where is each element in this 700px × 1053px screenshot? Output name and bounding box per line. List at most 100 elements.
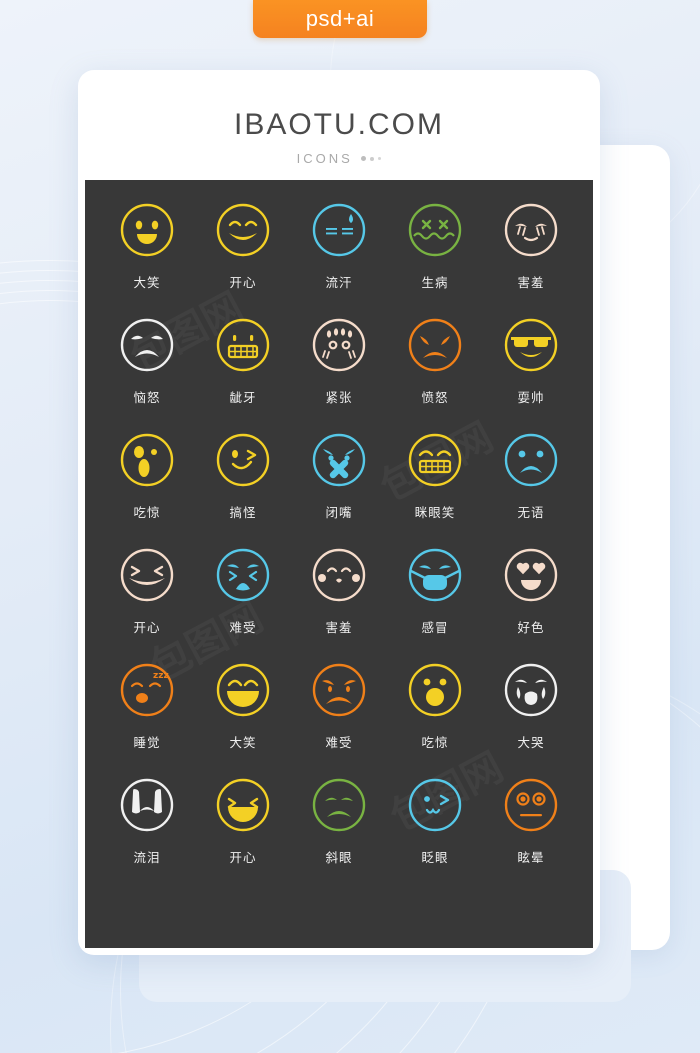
icon-cell-shuaishuai[interactable]: 耍帅 <box>483 309 579 424</box>
cool-sunglasses-icon[interactable] <box>501 315 561 375</box>
icon-panel: 包图网 包图网 包图网 包图网 大笑开心流汗生病害羞恼怒龇牙紧张愤怒耍帅吃惊搞怪… <box>85 180 593 948</box>
card-header: IBAOTU.COM ICONS <box>78 70 600 166</box>
icon-label: 难受 <box>325 735 353 750</box>
shock-round-icon[interactable] <box>405 660 465 720</box>
face-mask-icon[interactable] <box>405 545 465 605</box>
svg-text:zzz: zzz <box>153 671 169 681</box>
grit-teeth-icon[interactable] <box>213 315 273 375</box>
heart-eyes-icon[interactable] <box>501 545 561 605</box>
icon-cell-chijing2[interactable]: 吃惊 <box>387 654 483 769</box>
side-eye-icon[interactable] <box>309 775 369 835</box>
icon-label: 眯眼笑 <box>414 505 456 520</box>
icon-cell-nanshou[interactable]: 难受 <box>195 539 291 654</box>
nervous-sweat-icon[interactable] <box>309 315 369 375</box>
icon-label: 眨眼 <box>421 850 449 865</box>
subtitle-row: ICONS <box>78 151 600 166</box>
icon-cell-wuyu[interactable]: 无语 <box>483 424 579 539</box>
icon-label: 大哭 <box>517 735 545 750</box>
icon-label: 害羞 <box>325 620 353 635</box>
icon-cell-naonu[interactable]: 恼怒 <box>99 309 195 424</box>
speechless-icon[interactable] <box>501 430 561 490</box>
icon-label: 开心 <box>133 620 161 635</box>
icon-cell-xieyan[interactable]: 斜眼 <box>291 769 387 884</box>
icon-cell-miyanxiao[interactable]: 眯眼笑 <box>387 424 483 539</box>
dizzy-rings-icon[interactable] <box>501 775 561 835</box>
page-root: psd+ai IBAOTU.COM ICONS 包图网 包图网 包图网 包图网 … <box>0 0 700 1053</box>
icon-label: 斜眼 <box>325 850 353 865</box>
uncomfortable-icon[interactable] <box>213 545 273 605</box>
icon-cell-xuanyun[interactable]: 眩晕 <box>483 769 579 884</box>
icon-cell-bizui[interactable]: 闭嘴 <box>291 424 387 539</box>
icon-cell-daxiao[interactable]: 大笑 <box>99 194 195 309</box>
icon-cell-liulei[interactable]: 流泪 <box>99 769 195 884</box>
sweat-icon[interactable] <box>309 200 369 260</box>
grin-open-icon[interactable] <box>117 200 177 260</box>
icon-label: 难受 <box>229 620 257 635</box>
playful-wink-icon[interactable] <box>213 430 273 490</box>
icon-cell-daxiao2[interactable]: 大笑 <box>195 654 291 769</box>
icon-cell-ganmao[interactable]: 感冒 <box>387 539 483 654</box>
icon-label: 流汗 <box>325 275 353 290</box>
blink-wink-icon[interactable] <box>405 775 465 835</box>
icon-grid: 大笑 开心 流汗 生病 害羞 恼怒 龇牙 紧张 愤怒 耍帅 吃惊 搞怪 闭嘴 眯眼笑 无语 开心 难受 害羞 感冒好… <box>85 180 593 884</box>
icon-label: 搞怪 <box>229 505 257 520</box>
sleeping-zzz-icon[interactable]: zzz <box>117 660 177 720</box>
icon-label: 耍帅 <box>517 390 545 405</box>
icon-cell-nanshou2[interactable]: 难受 <box>291 654 387 769</box>
icon-label: 生病 <box>421 275 449 290</box>
icon-cell-shuijiao[interactable]: zzz 睡觉 <box>99 654 195 769</box>
icon-label: 开心 <box>229 275 257 290</box>
icon-cell-zhayan[interactable]: 眨眼 <box>387 769 483 884</box>
icon-cell-kaixin[interactable]: 开心 <box>195 194 291 309</box>
icon-label: 吃惊 <box>421 735 449 750</box>
icon-label: 无语 <box>517 505 545 520</box>
icon-label: 紧张 <box>325 390 353 405</box>
happy-squint-icon[interactable] <box>117 545 177 605</box>
icon-cell-haixiu[interactable]: 害羞 <box>483 194 579 309</box>
icon-label: 害羞 <box>517 275 545 290</box>
icon-cell-chijing[interactable]: 吃惊 <box>99 424 195 539</box>
icon-cell-kaixin2[interactable]: 开心 <box>99 539 195 654</box>
squint-teeth-icon[interactable] <box>405 430 465 490</box>
format-badge: psd+ai <box>253 0 427 38</box>
icon-label: 感冒 <box>421 620 449 635</box>
dots-decoration <box>360 156 382 161</box>
icon-label: 恼怒 <box>133 390 161 405</box>
shy-cheeks-icon[interactable] <box>309 545 369 605</box>
icon-cell-daku[interactable]: 大哭 <box>483 654 579 769</box>
distressed-icon[interactable] <box>309 660 369 720</box>
big-laugh-icon[interactable] <box>213 660 273 720</box>
icon-label: 好色 <box>517 620 545 635</box>
page-title: IBAOTU.COM <box>233 108 444 141</box>
icon-label: 眩晕 <box>517 850 545 865</box>
icon-cell-kaixin3[interactable]: 开心 <box>195 769 291 884</box>
icon-label: 闭嘴 <box>325 505 353 520</box>
icon-label: 流泪 <box>133 850 161 865</box>
annoyed-frown-icon[interactable] <box>117 315 177 375</box>
icon-label: 开心 <box>229 850 257 865</box>
icon-cell-jinzhang[interactable]: 紧张 <box>291 309 387 424</box>
icon-cell-shengbing[interactable]: 生病 <box>387 194 483 309</box>
shy-blush-lines-icon[interactable] <box>501 200 561 260</box>
streaming-tears-icon[interactable] <box>117 775 177 835</box>
icon-label: 愤怒 <box>421 390 449 405</box>
icon-cell-ziya[interactable]: 龇牙 <box>195 309 291 424</box>
icon-label: 大笑 <box>229 735 257 750</box>
icon-cell-liuhan[interactable]: 流汗 <box>291 194 387 309</box>
icon-cell-haixiu2[interactable]: 害羞 <box>291 539 387 654</box>
icon-label: 大笑 <box>133 275 161 290</box>
icon-set-card: IBAOTU.COM ICONS 包图网 包图网 包图网 包图网 大笑开心流汗生… <box>78 70 600 955</box>
angry-icon[interactable] <box>405 315 465 375</box>
surprised-oval-icon[interactable] <box>117 430 177 490</box>
icon-label: 吃惊 <box>133 505 161 520</box>
icon-cell-gaoguai[interactable]: 搞怪 <box>195 424 291 539</box>
icon-cell-haose[interactable]: 好色 <box>483 539 579 654</box>
icon-label: 龇牙 <box>229 390 257 405</box>
sick-x-eyes-icon[interactable] <box>405 200 465 260</box>
icon-cell-fennu[interactable]: 愤怒 <box>387 309 483 424</box>
shut-mouth-x-icon[interactable] <box>309 430 369 490</box>
card-subtitle: ICONS <box>296 151 353 166</box>
crying-icon[interactable] <box>501 660 561 720</box>
joyful-open-icon[interactable] <box>213 775 273 835</box>
happy-smile-icon[interactable] <box>213 200 273 260</box>
